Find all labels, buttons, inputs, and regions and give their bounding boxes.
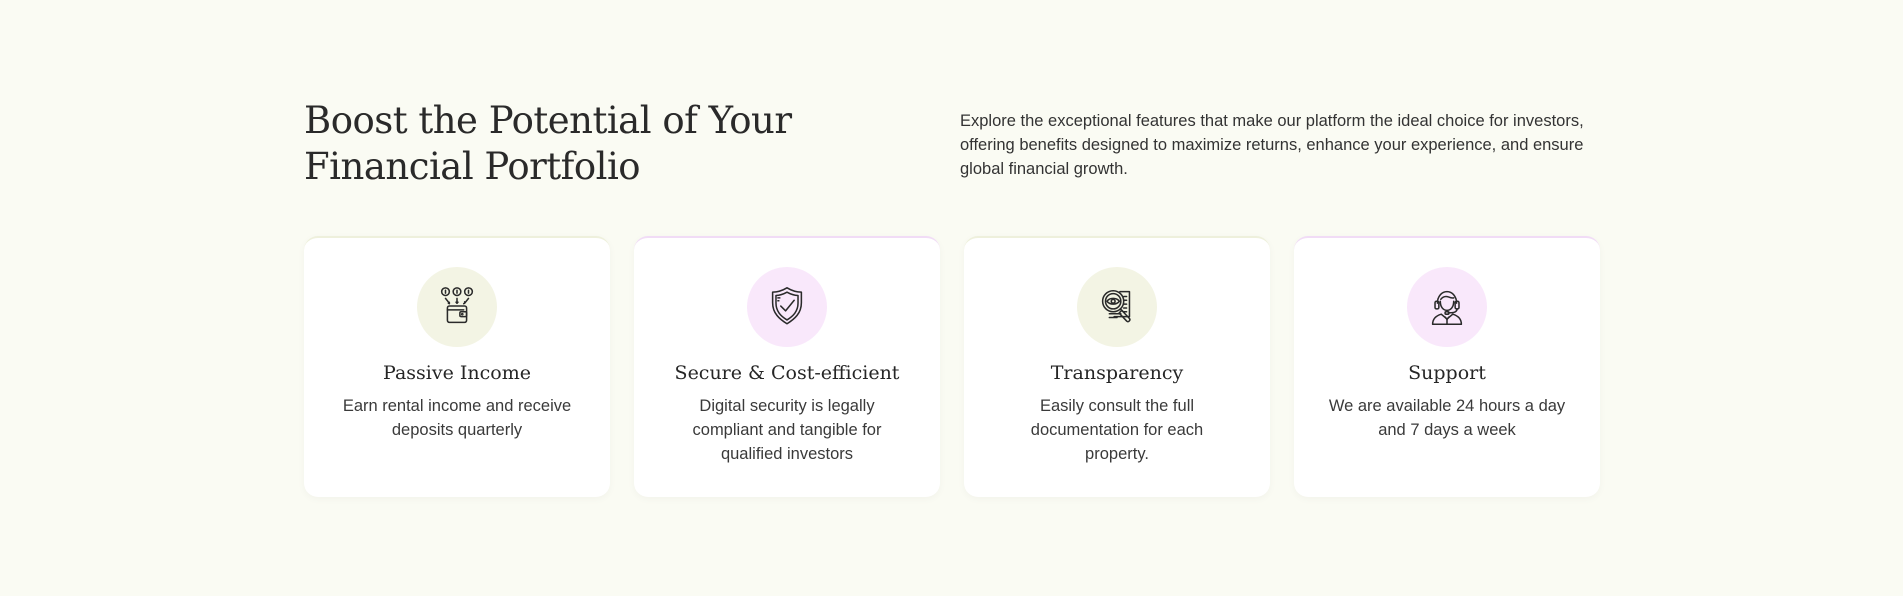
section-title: Boost the Potential of Your Financial Po… — [304, 98, 864, 190]
feature-card-secure: Secure & Cost-efficient Digital security… — [634, 236, 940, 497]
magnifier-document-icon — [1101, 289, 1131, 323]
section-title-line-2: Financial Portfolio — [304, 145, 641, 188]
feature-icon-container — [747, 267, 827, 347]
feature-title: Passive Income — [383, 362, 531, 384]
features-section: Boost the Potential of Your Financial Po… — [304, 96, 1600, 497]
support-agent-icon — [1431, 290, 1463, 326]
feature-icon-container — [417, 267, 497, 347]
feature-title: Transparency — [1050, 362, 1184, 384]
feature-title: Support — [1408, 362, 1486, 384]
feature-icon-container — [1077, 267, 1157, 347]
feature-description: Earn rental income and receive deposits … — [342, 397, 572, 439]
feature-card-support: Support We are available 24 hours a day … — [1294, 236, 1600, 497]
feature-description: Easily consult the full documentation fo… — [1030, 397, 1204, 463]
feature-description: We are available 24 hours a day and 7 da… — [1328, 397, 1566, 439]
section-description: Explore the exceptional features that ma… — [960, 112, 1584, 178]
feature-icon-container — [1407, 267, 1487, 347]
section-header: Boost the Potential of Your Financial Po… — [304, 96, 1600, 190]
feature-description: Digital security is legally compliant an… — [692, 397, 882, 463]
feature-cards: Passive Income Earn rental income and re… — [304, 236, 1600, 497]
wallet-coins-icon — [440, 287, 474, 324]
feature-card-transparency: Transparency Easily consult the full doc… — [964, 236, 1270, 497]
feature-card-passive-income: Passive Income Earn rental income and re… — [304, 236, 610, 497]
section-title-line-1: Boost the Potential of Your — [304, 99, 792, 142]
shield-check-icon — [771, 287, 803, 325]
feature-title: Secure & Cost-efficient — [674, 362, 900, 384]
